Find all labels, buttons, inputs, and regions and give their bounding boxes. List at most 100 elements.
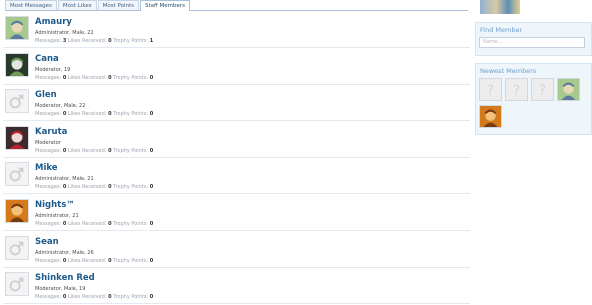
messages-count: 0 [62,74,67,81]
svg-text:?: ? [539,83,546,99]
trophy-count: 0 [149,74,154,81]
member-info: Administrator, 21 [35,212,79,219]
member-avatar[interactable] [5,89,29,114]
member-row: Karuta Moderator Messages: 0 Likes Receive… [3,122,470,158]
member-name-link[interactable]: Cana [35,54,59,64]
trophy-label: Trophy Points: [113,294,149,301]
messages-count: 0 [62,184,67,191]
member-stats: Messages: 0 Likes Received: 0 Trophy Poi… [35,184,153,190]
find-member-title: Find Member [480,26,523,34]
newest-member-avatar[interactable]: ? [479,78,502,101]
trophy-count: 1 [149,38,154,44]
likes-label: Likes Received: [67,74,107,81]
member-avatar[interactable] [5,16,29,40]
likes-label: Likes Received: [67,38,107,44]
tab-most-messages[interactable]: Most Messages [5,0,57,10]
likes-label: Likes Received: [67,220,107,227]
member-info: Administrator, Male, 21 [35,176,94,183]
likes-label: Likes Received: [67,111,107,118]
newest-member-avatar[interactable] [479,105,502,128]
member-info: Administrator, Male, 22 [35,30,94,36]
svg-text:?: ? [487,83,494,99]
member-stats: Messages: 0 Likes Received: 0 Trophy Poi… [35,111,153,117]
messages-label: Messages: [35,294,62,301]
newest-members-title: Newest Members [480,67,537,75]
messages-label: Messages: [35,257,62,264]
search-input[interactable]: Name... [479,37,585,48]
member-row: Cana Moderator, 19 Messages: 0 Likes Recei… [3,49,470,85]
likes-count: 0 [108,147,112,154]
trophy-label: Trophy Points: [113,38,149,44]
svg-text:?: ? [513,83,520,99]
likes-label: Likes Received: [67,147,107,154]
trophy-label: Trophy Points: [113,257,149,264]
trophy-count: 0 [149,257,154,264]
trophy-label: Trophy Points: [113,184,149,191]
member-info: Moderator [35,139,61,146]
member-row: Shinken Red Moderator, Male, 19 Messages: … [3,268,470,305]
trophy-count: 0 [149,220,154,227]
messages-label: Messages: [35,220,62,227]
member-info: Moderator, 19 [35,66,71,73]
member-avatar[interactable] [5,125,29,150]
member-name-link[interactable]: Amaury [35,17,72,27]
member-stats: Messages: 3 Likes Received: 0 Trophy Poi… [35,38,153,44]
likes-label: Likes Received: [67,257,107,264]
member-stats: Messages: 0 Likes Received: 0 Trophy Poi… [35,258,153,264]
newest-members-block: Newest Members ??? [475,63,592,135]
messages-count: 3 [62,38,67,44]
messages-count: 0 [62,111,67,118]
tab-most-likes[interactable]: Most Likes [57,0,97,10]
member-name-link[interactable]: Mike [35,163,58,173]
member-row: Glen Moderator, Male, 22 Messages: 0 Likes… [3,85,470,122]
tab-most-points[interactable]: Most Points [97,0,139,10]
member-name-link[interactable]: Nights™ [35,200,75,210]
messages-count: 0 [62,147,67,154]
member-avatar[interactable] [5,198,29,223]
sidebar-top-avatar[interactable] [480,0,520,14]
messages-label: Messages: [35,111,62,118]
member-stats: Messages: 0 Likes Received: 0 Trophy Poi… [35,221,153,227]
member-avatar[interactable] [5,235,29,260]
member-row: Sean Administrator, Male, 26 Messages: 0 L… [3,232,470,268]
member-name-link[interactable]: Sean [35,237,59,247]
member-list-tabs: Most Messages Most Likes Most Points Sta… [5,0,468,11]
likes-label: Likes Received: [67,184,107,191]
trophy-label: Trophy Points: [113,74,149,81]
member-name-link[interactable]: Shinken Red [35,273,95,283]
trophy-count: 0 [149,184,154,191]
member-avatar[interactable] [5,52,29,77]
messages-label: Messages: [35,74,62,81]
member-name-link[interactable]: Glen [35,90,57,100]
member-stats: Messages: 0 Likes Received: 0 Trophy Poi… [35,148,153,154]
trophy-label: Trophy Points: [113,147,149,154]
member-name-link[interactable]: Karuta [35,127,67,137]
likes-count: 0 [108,74,112,81]
member-info: Moderator, Male, 22 [35,103,86,110]
likes-count: 0 [108,111,112,118]
likes-count: 0 [108,38,112,44]
trophy-count: 0 [149,147,154,154]
member-row: Amaury Administrator, Male, 22 Messages: 3… [3,12,470,48]
messages-count: 0 [62,294,67,301]
member-avatar[interactable] [5,162,29,187]
member-list: Amaury Administrator, Male, 22 Messages: 3… [3,12,470,305]
newest-member-avatar[interactable]: ? [505,78,528,101]
newest-member-avatar[interactable]: ? [531,78,554,101]
messages-label: Messages: [35,184,62,191]
tab-staff-members[interactable]: Staff Members [139,0,191,11]
member-row: Mike Administrator, Male, 21 Messages: 0 L… [3,158,470,195]
newest-member-avatar[interactable] [557,78,580,101]
trophy-count: 0 [149,111,154,118]
member-avatar[interactable] [5,272,29,297]
messages-label: Messages: [35,38,62,44]
member-stats: Messages: 0 Likes Received: 0 Trophy Poi… [35,75,153,81]
messages-count: 0 [62,257,67,264]
likes-label: Likes Received: [67,294,107,301]
trophy-label: Trophy Points: [113,220,149,227]
trophy-count: 0 [149,294,154,301]
find-member-block: Find Member Name... [475,22,592,56]
member-row: Nights™ Administrator, 21 Messages: 0 Like… [3,195,470,231]
messages-label: Messages: [35,147,62,154]
messages-count: 0 [62,220,67,227]
